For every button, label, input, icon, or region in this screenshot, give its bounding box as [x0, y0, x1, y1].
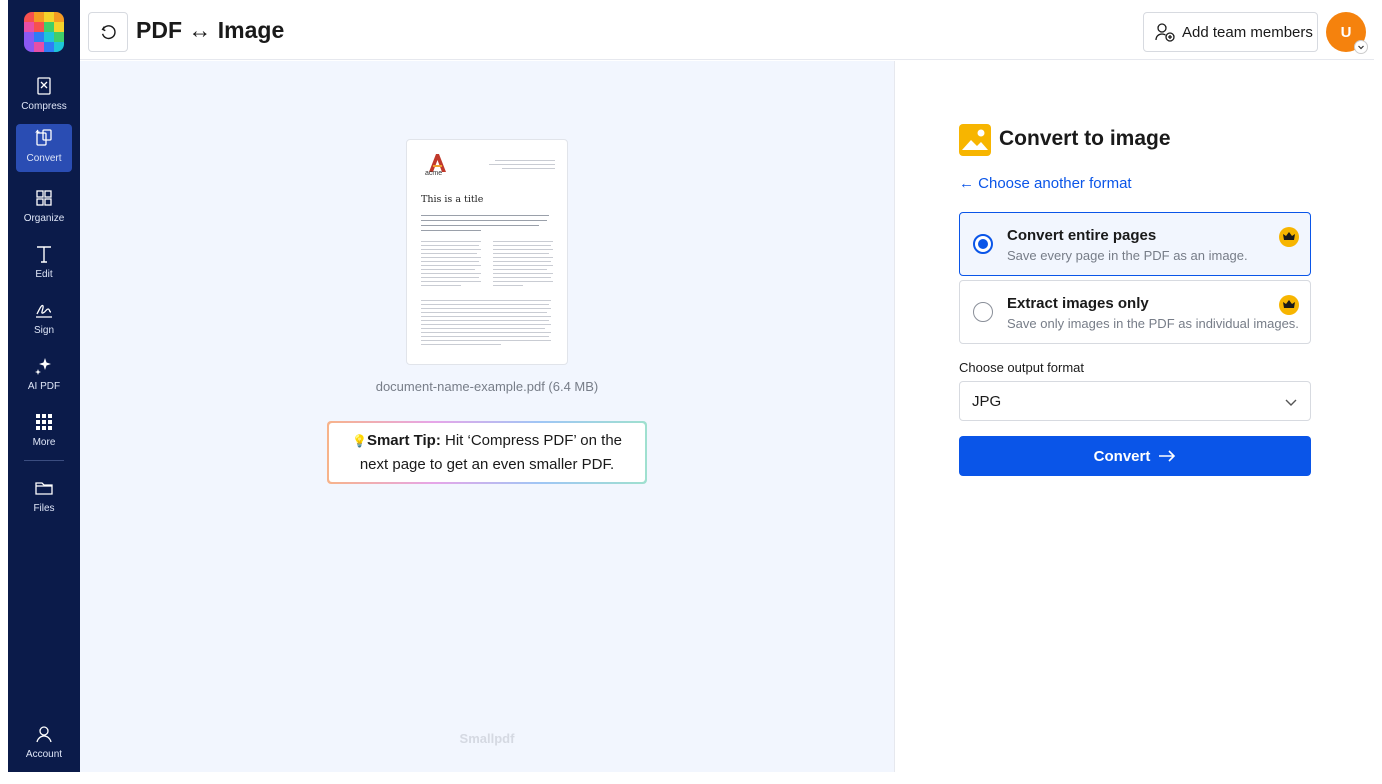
user-icon: [36, 726, 52, 743]
output-format-label: Choose output format: [959, 360, 1085, 375]
sidebar-item-label: Compress: [21, 101, 67, 112]
avatar-initial: U: [1340, 23, 1352, 41]
top-bar: PDF ↔ Image Add team members U: [80, 0, 1374, 60]
apps-grid-icon: [36, 414, 52, 430]
smart-tip-content: 💡Smart Tip: Hit ‘Compress PDF’ on the ne…: [329, 423, 645, 482]
smart-tip-label: Smart Tip:: [366, 431, 441, 449]
output-format-select[interactable]: JPG: [959, 381, 1311, 421]
app-logo[interactable]: [24, 12, 64, 52]
avatar[interactable]: U: [1326, 12, 1368, 54]
sidebar: Compress Convert Organize Edit Sign AI P…: [8, 0, 80, 772]
sidebar-item-sign[interactable]: Sign: [16, 296, 72, 344]
panel-title: Convert to image: [999, 127, 1171, 150]
doc-logo-text: acme: [425, 170, 443, 177]
add-team-members-button[interactable]: Add team members: [1143, 12, 1318, 52]
add-team-members-label: Add team members: [1182, 23, 1313, 41]
sidebar-item-label: Organize: [23, 213, 65, 224]
smart-tip: 💡Smart Tip: Hit ‘Compress PDF’ on the ne…: [327, 421, 647, 484]
sidebar-item-label: Edit: [35, 269, 53, 280]
arrow-right-icon: [1159, 450, 1176, 462]
option-extract-images-only[interactable]: Extract images only Save only images in …: [959, 280, 1311, 344]
radio-button[interactable]: [973, 234, 993, 254]
sidebar-item-ai-pdf[interactable]: AI PDF: [16, 352, 72, 400]
preview-area: acme This is a title document-name-examp…: [80, 61, 894, 772]
crown-icon: [1279, 295, 1299, 315]
option-title: Convert entire pages: [1007, 227, 1157, 244]
sidebar-item-label: Sign: [33, 325, 54, 336]
watermark: Smallpdf: [459, 731, 515, 746]
sidebar-item-compress[interactable]: Compress: [16, 72, 72, 120]
undo-button[interactable]: [88, 12, 128, 52]
page-title: PDF ↔ Image: [136, 17, 285, 43]
sidebar-item-label: Files: [33, 503, 55, 514]
convert-icon: [35, 129, 52, 146]
option-convert-entire-pages[interactable]: Convert entire pages Save every page in …: [959, 212, 1311, 276]
convert-button-label: Convert: [1093, 447, 1151, 465]
folder-icon: [35, 482, 53, 495]
sidebar-item-label: Account: [25, 749, 63, 760]
text-edit-icon: [37, 246, 51, 263]
sidebar-divider: [24, 460, 64, 461]
compress-icon: [37, 77, 51, 95]
choose-another-format-link[interactable]: ← Choose another format: [959, 175, 1132, 192]
grid-icon: [36, 190, 52, 206]
document-thumbnail[interactable]: acme This is a title: [406, 139, 568, 365]
signature-icon: [36, 304, 52, 318]
sidebar-item-convert[interactable]: Convert: [16, 124, 72, 172]
option-subtitle: Save every page in the PDF as an image.: [1007, 248, 1248, 263]
sidebar-item-more[interactable]: More: [16, 408, 72, 456]
convert-button[interactable]: Convert: [959, 436, 1311, 476]
sidebar-item-edit[interactable]: Edit: [16, 240, 72, 288]
image-icon: [959, 124, 991, 156]
chevron-down-icon: [1285, 399, 1297, 406]
file-name: document-name-example.pdf (6.4 MB): [375, 379, 599, 394]
sidebar-item-organize[interactable]: Organize: [16, 184, 72, 232]
radio-button[interactable]: [973, 302, 993, 322]
options-panel: Convert to image ← Choose another format…: [894, 61, 1374, 772]
sidebar-item-files[interactable]: Files: [16, 474, 72, 522]
doc-title: This is a title: [421, 194, 484, 205]
lightbulb-icon: 💡: [351, 433, 367, 448]
crown-icon: [1279, 227, 1299, 247]
sidebar-item-label: More: [32, 437, 56, 448]
sparkle-icon: [35, 358, 51, 375]
option-subtitle: Save only images in the PDF as individua…: [1007, 316, 1299, 331]
option-title: Extract images only: [1007, 295, 1149, 312]
sidebar-item-label: AI PDF: [27, 381, 61, 392]
sidebar-item-label: Convert: [26, 153, 62, 164]
undo-icon: [101, 25, 116, 40]
output-format-value: JPG: [972, 392, 1002, 410]
add-user-icon: [1155, 23, 1175, 42]
sidebar-item-account[interactable]: Account: [16, 720, 72, 768]
chevron-down-icon: [1354, 40, 1368, 54]
